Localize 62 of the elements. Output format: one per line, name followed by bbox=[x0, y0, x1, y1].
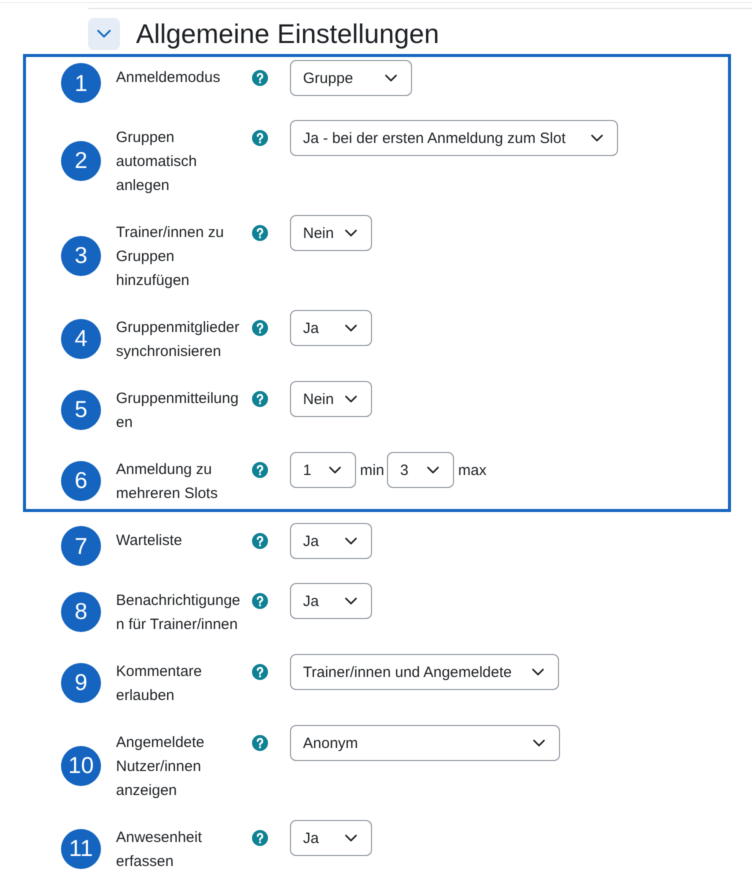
chevron-down-icon bbox=[97, 29, 111, 39]
help-icon[interactable] bbox=[252, 70, 268, 86]
setting-label: Benachrichtigungen für Trainer/innen bbox=[116, 591, 241, 635]
dropdown-select[interactable]: Ja bbox=[290, 820, 372, 856]
setting-label: Angemeldete Nutzer/innen anzeigen bbox=[116, 733, 206, 801]
dropdown-select[interactable]: Gruppe bbox=[290, 60, 412, 96]
section-heading: Allgemeine Einstellungen bbox=[136, 18, 440, 50]
setting-label: Anmeldemodus bbox=[116, 68, 220, 88]
chevron-down-icon bbox=[345, 536, 357, 546]
chevron-down-icon bbox=[345, 394, 357, 404]
step-marker: 4 bbox=[61, 318, 101, 358]
collapse-button[interactable] bbox=[88, 18, 120, 50]
chevron-down-icon bbox=[591, 134, 603, 142]
step-marker: 9 bbox=[61, 662, 101, 702]
dropdown-select[interactable]: Ja bbox=[290, 310, 372, 346]
help-icon[interactable] bbox=[252, 664, 268, 680]
setting-label: Warteliste bbox=[116, 531, 182, 551]
step-marker: 10 bbox=[61, 746, 101, 786]
dropdown-select[interactable]: 3 bbox=[387, 452, 454, 488]
step-marker: 7 bbox=[61, 526, 101, 566]
help-icon[interactable] bbox=[252, 593, 268, 609]
dropdown-select[interactable]: Ja - bei der ersten Anmeldung zum Slot bbox=[290, 120, 618, 156]
step-marker: 3 bbox=[61, 236, 101, 276]
step-marker: 1 bbox=[61, 63, 101, 103]
help-icon[interactable] bbox=[252, 533, 268, 549]
help-icon[interactable] bbox=[252, 320, 268, 336]
step-marker: 5 bbox=[61, 390, 101, 430]
chevron-down-icon bbox=[329, 466, 341, 474]
chevron-down-icon bbox=[533, 738, 545, 748]
dropdown-select[interactable]: Nein bbox=[290, 215, 372, 251]
unit-label: min bbox=[360, 462, 384, 478]
setting-label: Trainer/innen zu Gruppen hinzufügen bbox=[116, 223, 225, 291]
setting-label: Gruppenmitglieder synchronisieren bbox=[116, 318, 240, 362]
chevron-down-icon bbox=[385, 74, 397, 82]
dropdown-select[interactable]: Nein bbox=[290, 381, 372, 417]
setting-label: Anmeldung zu mehreren Slots bbox=[116, 460, 219, 504]
help-icon[interactable] bbox=[252, 391, 268, 407]
chevron-down-icon bbox=[345, 324, 357, 332]
setting-label: Gruppenmitteilungen bbox=[116, 389, 240, 433]
help-icon[interactable] bbox=[252, 130, 268, 146]
chevron-down-icon bbox=[345, 834, 357, 842]
dropdown-select[interactable]: Ja bbox=[290, 523, 372, 559]
help-icon[interactable] bbox=[252, 735, 268, 751]
setting-label: Kommentare erlauben bbox=[116, 662, 203, 706]
dropdown-select[interactable]: Anonym bbox=[290, 725, 560, 761]
chevron-down-icon bbox=[427, 466, 440, 474]
help-icon[interactable] bbox=[252, 830, 268, 846]
dropdown-select[interactable]: Trainer/innen und Angemeldete bbox=[290, 654, 559, 690]
dropdown-select[interactable]: Ja bbox=[290, 583, 372, 619]
setting-label: Anwesenheit erfassen bbox=[116, 828, 203, 872]
chevron-down-icon bbox=[532, 668, 544, 676]
help-icon[interactable] bbox=[252, 462, 268, 478]
setting-label: Gruppen automatisch anlegen bbox=[116, 128, 198, 196]
unit-label: max bbox=[458, 462, 487, 478]
step-marker: 8 bbox=[61, 592, 101, 632]
step-marker: 11 bbox=[61, 828, 101, 868]
step-marker: 2 bbox=[61, 140, 101, 180]
help-icon[interactable] bbox=[252, 225, 268, 241]
chevron-down-icon bbox=[345, 596, 357, 606]
step-marker: 6 bbox=[61, 460, 101, 500]
dropdown-select[interactable]: 1 bbox=[290, 452, 356, 488]
chevron-down-icon bbox=[345, 228, 357, 238]
